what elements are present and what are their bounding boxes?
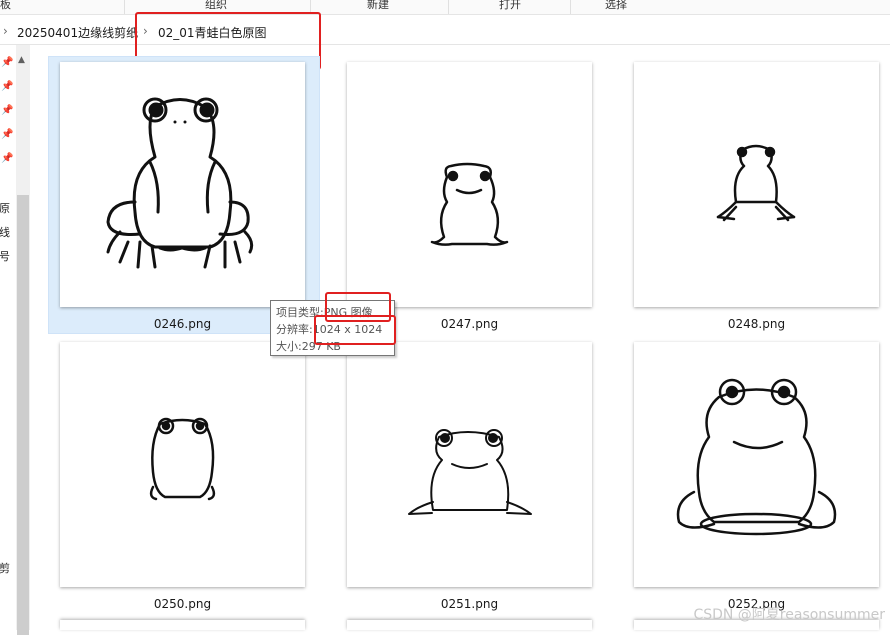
breadcrumb-parent[interactable]: 20250401边缘线剪纸 <box>17 24 138 41</box>
frog-thumbnail-icon <box>149 417 216 501</box>
file-tile-0246[interactable]: 0246.png <box>60 62 305 332</box>
thumbnail <box>347 62 592 307</box>
thumbnail <box>60 342 305 587</box>
ribbon-divider <box>124 0 125 14</box>
scroll-up-icon[interactable]: ▲ <box>18 55 25 65</box>
file-tile-0252[interactable]: 0252.png <box>634 342 879 612</box>
nav-item-label[interactable]: 号 <box>0 248 10 264</box>
frog-thumbnail-icon <box>106 97 254 269</box>
navigation-pane: 📌 📌 📌 📌 📌 原 线 号 剪 ▲ <box>0 45 30 635</box>
thumbnail-partial[interactable] <box>347 620 592 630</box>
ribbon-open[interactable]: 打开 <box>499 0 521 12</box>
chevron-right-icon[interactable]: › <box>3 24 8 38</box>
frog-thumbnail-icon <box>430 162 509 246</box>
ribbon-new[interactable]: 新建 <box>367 0 389 12</box>
ribbon-divider <box>448 0 449 14</box>
tooltip-size-label: 大小: <box>276 340 302 353</box>
thumbnail <box>347 342 592 587</box>
file-tile-0248[interactable]: 0248.png <box>634 62 879 332</box>
thumbnail <box>634 342 879 587</box>
file-name-0248[interactable]: 0248.png <box>634 317 879 331</box>
frog-thumbnail-icon <box>716 144 796 222</box>
ribbon-select[interactable]: 选择 <box>605 0 627 12</box>
file-name-0251[interactable]: 0251.png <box>347 597 592 611</box>
file-name-0250[interactable]: 0250.png <box>60 597 305 611</box>
nav-item-label[interactable]: 剪 <box>0 560 10 576</box>
watermark: CSDN @阿夏reasonsummer <box>693 607 885 623</box>
ribbon: 板 组织 新建 打开 选择 <box>0 0 890 15</box>
frog-thumbnail-icon <box>676 378 837 536</box>
ribbon-divider <box>570 0 571 14</box>
scrollbar-thumb[interactable] <box>17 195 29 635</box>
pin-icon[interactable]: 📌 <box>1 105 13 116</box>
pin-icon[interactable]: 📌 <box>1 129 13 140</box>
thumbnail <box>60 62 305 307</box>
file-name-0246[interactable]: 0246.png <box>60 317 305 331</box>
thumbnail <box>634 62 879 307</box>
file-tile-0251[interactable]: 0251.png <box>347 342 592 612</box>
thumbnail-partial[interactable] <box>60 620 305 630</box>
pin-icon[interactable]: 📌 <box>1 57 13 68</box>
frog-thumbnail-icon <box>408 429 532 515</box>
breadcrumb: › 20250401边缘线剪纸 › 02_01青蛙白色原图 <box>0 18 890 45</box>
pin-icon[interactable]: 📌 <box>1 81 13 92</box>
ribbon-clipboard[interactable]: 板 <box>0 0 11 12</box>
pin-icon[interactable]: 📌 <box>1 153 13 164</box>
nav-item-label[interactable]: 原 <box>0 200 10 216</box>
highlight-box-resolution <box>314 315 396 345</box>
file-tile-0250[interactable]: 0250.png <box>60 342 305 612</box>
tooltip-res-label: 分辨率: <box>276 323 313 336</box>
nav-item-label[interactable]: 线 <box>0 224 10 240</box>
ribbon-organize[interactable]: 组织 <box>205 0 227 12</box>
